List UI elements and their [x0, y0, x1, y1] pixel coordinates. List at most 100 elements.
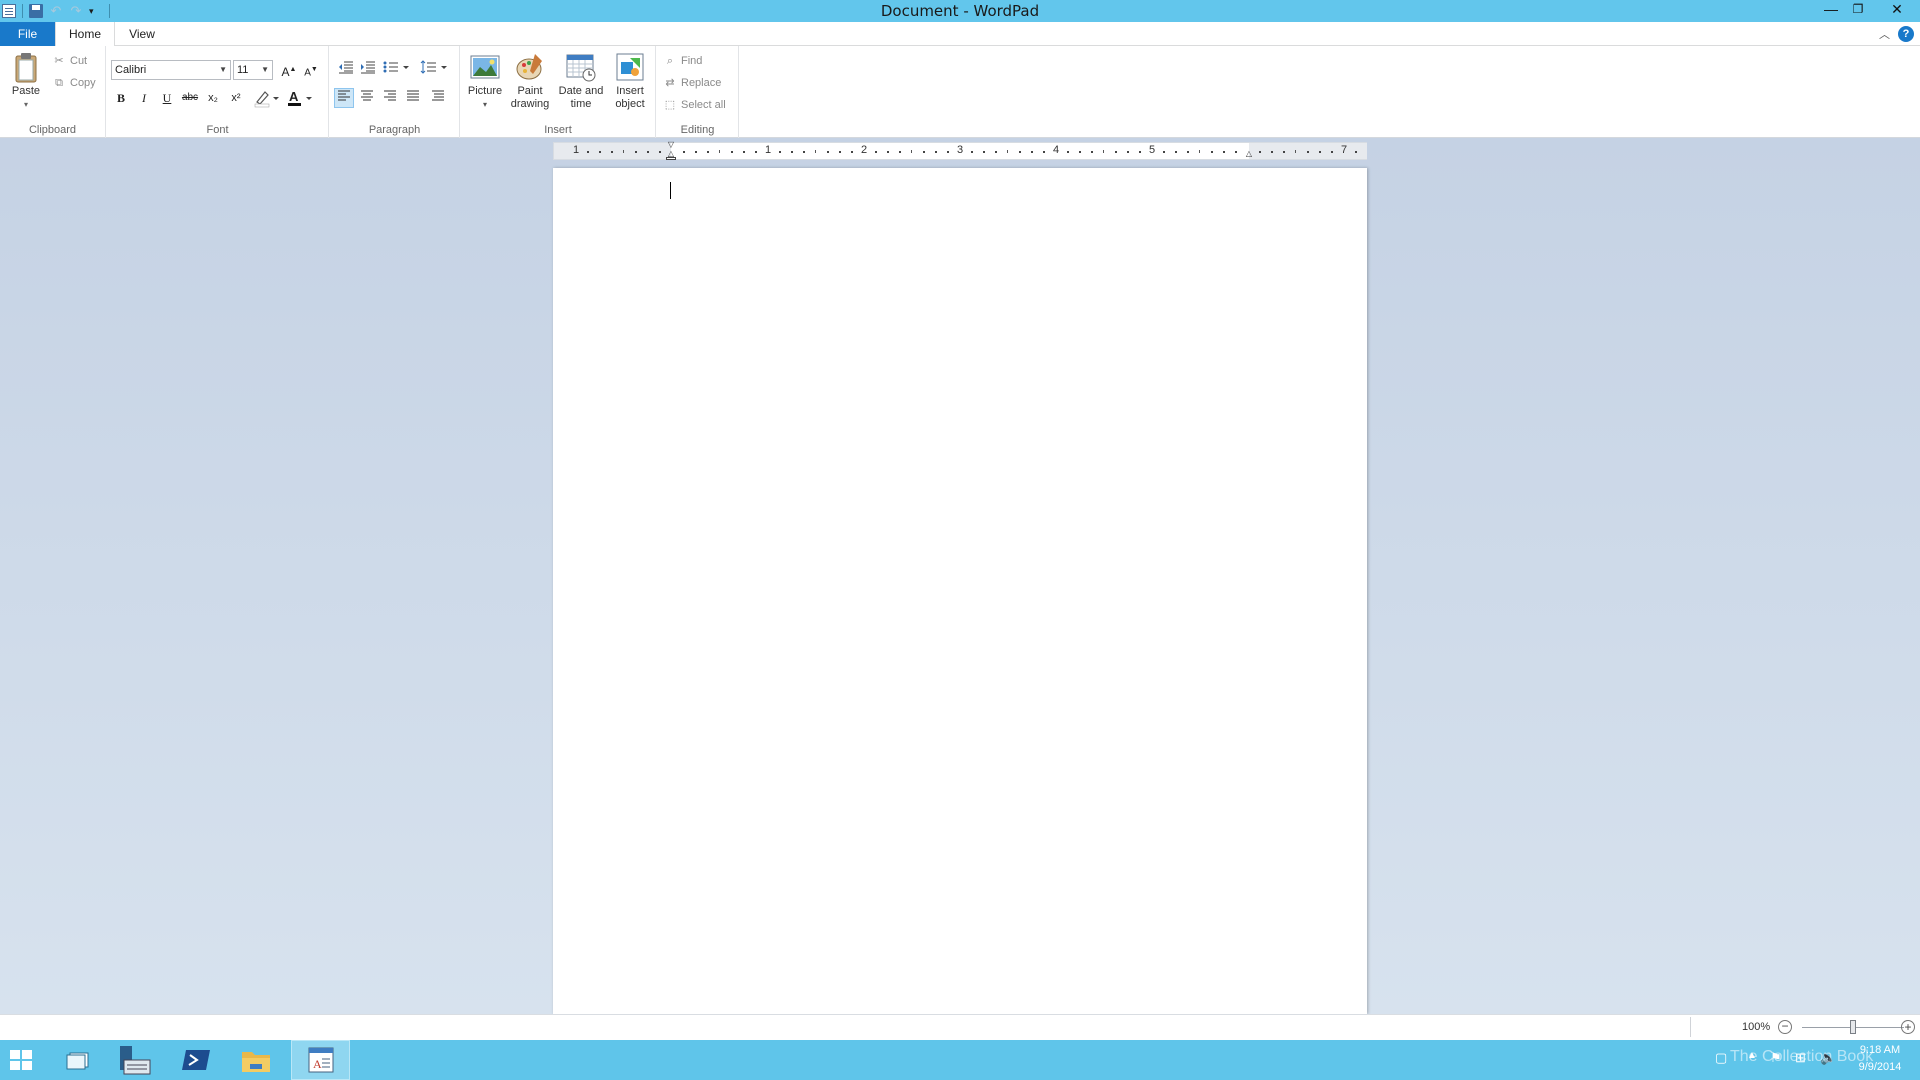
increase-indent-button[interactable] — [358, 60, 378, 80]
subscript-button[interactable]: x₂ — [203, 88, 223, 108]
find-button[interactable]: ⌕ Find — [663, 54, 703, 68]
grow-font-button[interactable]: A▲ — [279, 60, 299, 80]
ruler-dot — [695, 151, 697, 153]
ruler[interactable]: 1 1 2 3 4 5 7 ▽ △ △ — [553, 141, 1367, 160]
window-title: Document - WordPad — [880, 2, 1040, 20]
justify-icon — [407, 90, 419, 101]
decrease-indent-button[interactable] — [336, 60, 356, 80]
taskbar-task-view[interactable] — [54, 1040, 102, 1080]
ruler-dot — [1271, 151, 1273, 153]
ruler-dot — [1211, 151, 1213, 153]
highlighter-icon — [254, 91, 279, 108]
bold-button[interactable]: B — [111, 88, 131, 108]
text-cursor — [670, 182, 671, 199]
ruler-dot — [995, 151, 997, 153]
clipboard-group: Paste ▾ ✂ Cut ⧉ Copy Clipboard — [0, 46, 106, 138]
paint-drawing-button[interactable]: Paint drawing — [507, 52, 553, 111]
taskbar-wordpad[interactable]: A — [291, 1040, 350, 1080]
ruler-dot — [839, 151, 841, 153]
zoom-level[interactable]: 100% — [1742, 1021, 1770, 1033]
close-button[interactable]: ✕ — [1880, 0, 1914, 18]
italic-button[interactable]: I — [134, 88, 154, 108]
clock-time[interactable]: 9:18 AM — [1855, 1044, 1905, 1056]
replace-button[interactable]: ⇄ Replace — [663, 76, 721, 90]
calendar-clock-icon — [566, 52, 596, 82]
powershell-icon — [182, 1050, 210, 1070]
ribbon-tab-bar: File Home View ︿ ? — [0, 22, 1920, 47]
underline-button[interactable]: U — [157, 88, 177, 108]
ruler-tick — [719, 150, 720, 153]
ruler-dot — [1079, 151, 1081, 153]
insert-object-button[interactable]: Insert object — [609, 52, 651, 111]
font-family-value: Calibri — [115, 64, 147, 76]
chevron-down-icon: ▼ — [219, 65, 227, 74]
bullets-button[interactable] — [382, 60, 412, 80]
ruler-dot — [1175, 151, 1177, 153]
font-size-select[interactable]: 11 ▼ — [233, 60, 273, 80]
ruler-number: 1 — [572, 144, 580, 156]
picture-button[interactable]: Picture ▾ — [465, 52, 505, 111]
clock-date[interactable]: 9/9/2014 — [1855, 1061, 1905, 1073]
status-bar: 100% − + — [0, 1014, 1920, 1040]
ruler-number: 3 — [956, 144, 964, 156]
select-all-button[interactable]: ⬚ Select all — [663, 98, 726, 112]
help-icon[interactable]: ? — [1898, 26, 1914, 42]
align-left-button[interactable] — [334, 88, 354, 108]
picture-dropdown-icon[interactable]: ▾ — [465, 98, 505, 111]
paint-drawing-label-line1: Paint — [517, 85, 543, 97]
cut-button[interactable]: ✂ Cut — [52, 54, 87, 68]
editing-group-label: Editing — [680, 124, 715, 136]
volume-icon[interactable]: 🔈 — [1820, 1050, 1836, 1066]
zoom-out-button[interactable]: − — [1778, 1020, 1792, 1034]
right-indent-marker[interactable]: △ — [1244, 150, 1254, 158]
ruler-dot — [1163, 151, 1165, 153]
taskbar-file-explorer[interactable] — [232, 1040, 280, 1080]
highlight-color-button[interactable] — [252, 88, 282, 108]
start-button[interactable] — [0, 1040, 48, 1080]
font-color-button[interactable]: A — [285, 88, 315, 108]
chevron-down-icon: ▼ — [261, 65, 269, 74]
tab-home[interactable]: Home — [55, 22, 115, 47]
justify-button[interactable] — [403, 88, 423, 108]
date-and-time-button[interactable]: Date and time — [555, 52, 607, 111]
first-line-indent-marker[interactable]: ▽ — [666, 141, 676, 149]
minimize-button[interactable]: — — [1818, 0, 1844, 18]
insert-object-label-line2: object — [615, 98, 645, 110]
ruler-tick — [911, 150, 912, 153]
document-page[interactable] — [553, 168, 1367, 1014]
ruler-tick — [1295, 150, 1296, 153]
shrink-font-button[interactable]: A▼ — [301, 60, 321, 80]
action-center-icon[interactable]: ▢ — [1715, 1050, 1727, 1066]
ruler-dot — [947, 151, 949, 153]
superscript-button[interactable]: x² — [226, 88, 246, 108]
align-right-button[interactable] — [380, 88, 400, 108]
ruler-dot — [851, 151, 853, 153]
line-spacing-button[interactable] — [420, 60, 450, 80]
font-family-select[interactable]: Calibri ▼ — [111, 60, 231, 80]
taskbar-server-manager[interactable] — [112, 1040, 160, 1080]
paste-dropdown-icon[interactable]: ▾ — [8, 98, 44, 111]
strikethrough-button[interactable]: abc — [180, 88, 200, 108]
minimize-ribbon-icon[interactable]: ︿ — [1879, 26, 1890, 42]
ruler-dot — [647, 151, 649, 153]
network-icon[interactable]: ⊞ — [1795, 1050, 1806, 1066]
left-indent-marker[interactable] — [666, 157, 676, 160]
paragraph-settings-button[interactable] — [428, 88, 448, 108]
taskbar-powershell[interactable] — [172, 1040, 220, 1080]
tab-view[interactable]: View — [122, 22, 162, 46]
copy-button[interactable]: ⧉ Copy — [52, 76, 96, 90]
restore-button[interactable]: ❐ — [1845, 0, 1871, 18]
paste-button[interactable]: Paste ▾ — [8, 52, 44, 111]
zoom-in-button[interactable]: + — [1901, 1020, 1915, 1034]
ruler-dot — [1355, 151, 1357, 153]
ruler-tick — [1007, 150, 1008, 153]
flag-icon[interactable]: ⚑ — [1770, 1050, 1782, 1066]
tab-file[interactable]: File — [0, 22, 55, 46]
ruler-dot — [899, 151, 901, 153]
align-center-button[interactable] — [357, 88, 377, 108]
insert-object-label-line1: Insert — [616, 85, 644, 97]
zoom-slider-thumb[interactable] — [1850, 1020, 1856, 1034]
ruler-dot — [1223, 151, 1225, 153]
show-hidden-icons-chevron-icon[interactable]: ▲ — [1747, 1050, 1757, 1061]
line-spacing-icon — [420, 60, 447, 74]
